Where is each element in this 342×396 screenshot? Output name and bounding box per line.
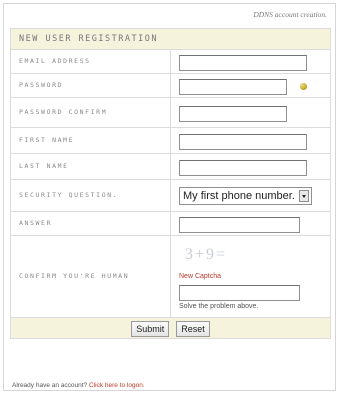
new-captcha-link[interactable]: New Captcha — [179, 273, 330, 280]
captcha-instruction: Solve the problem above. — [179, 303, 259, 310]
registration-form: NEW USER REGISTRATION EMAIL ADDRESS PASS… — [10, 28, 331, 339]
last-name-label: LAST NAME — [10, 153, 171, 180]
chevron-down-icon[interactable] — [299, 190, 309, 203]
confirm-human-label: CONFIRM YOU'RE HUMAN — [10, 235, 171, 318]
password-label: PASSWORD — [10, 73, 171, 98]
answer-label: ANSWER — [10, 211, 171, 236]
password-confirm-field[interactable] — [179, 105, 287, 122]
footer-prompt: Already have an account? — [12, 382, 88, 389]
button-row: Submit Reset — [10, 317, 331, 339]
footer: Already have an account? Click here to l… — [12, 382, 145, 389]
submit-button[interactable]: Submit — [131, 321, 170, 337]
email-field[interactable] — [179, 54, 307, 71]
first-name-field[interactable] — [179, 133, 307, 150]
last-name-field[interactable] — [179, 159, 307, 176]
page-caption: DDNS account creation. — [253, 10, 327, 19]
registration-panel: DDNS account creation. NEW USER REGISTRA… — [3, 3, 336, 391]
answer-field[interactable] — [179, 216, 300, 233]
first-name-label: FIRST NAME — [10, 127, 171, 154]
reset-button[interactable]: Reset — [176, 321, 210, 337]
captcha-answer-field[interactable] — [179, 284, 300, 301]
security-question-select[interactable]: My first phone number. — [179, 187, 312, 206]
email-label: EMAIL ADDRESS — [10, 49, 171, 74]
help-dot-icon[interactable] — [300, 83, 308, 90]
security-question-value: My first phone number. — [183, 190, 295, 203]
captcha-image: 3+9= — [185, 246, 228, 263]
form-title: NEW USER REGISTRATION — [10, 28, 331, 50]
password-field[interactable] — [179, 78, 287, 95]
password-confirm-label: PASSWORD CONFIRM — [10, 97, 171, 128]
security-question-label: SECURITY QUESTION. — [10, 179, 171, 212]
logon-link[interactable]: Click here to logon. — [89, 382, 145, 389]
